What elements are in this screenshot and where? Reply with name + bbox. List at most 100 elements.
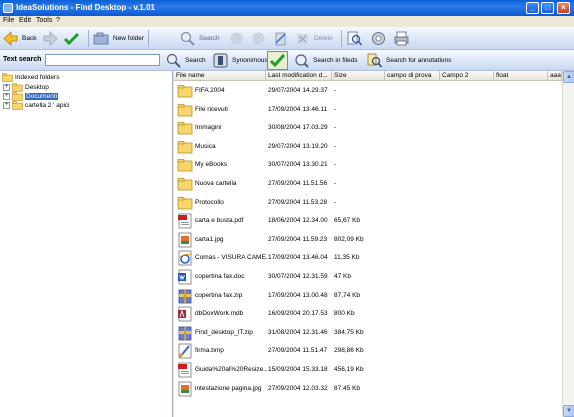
file-date: 29/07/2004 13.19.20: [268, 142, 328, 150]
menu-file[interactable]: File: [3, 17, 14, 24]
column-aaa[interactable]: aaa: [548, 71, 562, 81]
file-row[interactable]: Protocollo 27/09/2004 11.53.28-: [174, 194, 562, 213]
file-size: 11,35 Kb: [334, 254, 360, 262]
indexed-folders-icon: [2, 73, 13, 82]
maximize-button[interactable]: □: [541, 2, 554, 14]
file-row[interactable]: firma.bmp 27/09/2004 11.51.47 298,86 Kb: [174, 342, 562, 361]
file-date: 27/09/2004 11.59.23: [268, 235, 328, 243]
menu-edit[interactable]: Edit: [19, 17, 31, 24]
search-toolbar-button[interactable]: Search: [179, 29, 220, 48]
synonymous-button[interactable]: Synonimous: [212, 51, 268, 70]
column-file-name[interactable]: File name: [174, 71, 266, 81]
file-row[interactable]: FIFA 2004 29/07/2004 14.29.37-: [174, 82, 562, 101]
toggle-check-button[interactable]: [267, 51, 288, 70]
column-float[interactable]: float: [494, 71, 548, 81]
file-date: 17/09/2004 13.46.11: [268, 105, 328, 113]
column-size[interactable]: Size: [332, 71, 385, 81]
green-check-icon: [269, 52, 286, 69]
file-row[interactable]: carta1.jpg 27/09/2004 11.59.23 802,09 Kb: [174, 231, 562, 250]
file-row[interactable]: intestazione pagina.jpg 27/09/2004 12.03.…: [174, 380, 562, 399]
column-last-modification[interactable]: Last modification d...: [266, 71, 332, 81]
minimize-button[interactable]: _: [526, 2, 539, 14]
folder-icon: [177, 102, 193, 118]
text-search-input[interactable]: [45, 54, 160, 66]
file-row[interactable]: Musica 29/07/2004 13.19.20-: [174, 138, 562, 157]
zip-icon: [177, 325, 193, 341]
file-row[interactable]: carta e busta.pdf 18/06/2004 12.34.00 65,6…: [174, 212, 562, 231]
menu-bar: File Edit Tools ?: [0, 16, 574, 27]
file-name: dbDoxWork.mdb: [195, 310, 244, 318]
toolbar-disabled-2[interactable]: [250, 29, 267, 48]
pdf-icon: [177, 362, 193, 378]
new-folder-button[interactable]: New folder: [93, 29, 144, 48]
file-size: -: [334, 87, 337, 94]
toolbar-disabled-1[interactable]: [228, 29, 245, 48]
settings-button[interactable]: [370, 29, 387, 48]
window-title: IdeaSolutions - Find Desktop - v.1.01: [16, 3, 155, 12]
file-row[interactable]: My eBooks 30/07/2004 13.30.21-: [174, 156, 562, 175]
file-row[interactable]: Comas - VISURA CAME... 17/09/2004 13.46.0…: [174, 249, 562, 268]
file-name: Comas - VISURA CAME...: [195, 254, 267, 262]
word-icon: [177, 269, 193, 285]
find-files-button[interactable]: [346, 29, 363, 48]
tool-icon: [272, 30, 289, 47]
scroll-up-icon[interactable]: ▲: [563, 71, 574, 83]
file-size: 87,45 Kb: [334, 384, 361, 392]
file-name: intestazione pagina.jpg: [195, 384, 262, 392]
search-button[interactable]: Search: [165, 51, 206, 70]
menu-help[interactable]: ?: [56, 17, 60, 24]
expand-icon[interactable]: +: [3, 93, 10, 100]
tree-item-cartella-2[interactable]: + cartella 2 ' apici: [3, 101, 70, 110]
file-size: -: [334, 142, 337, 150]
file-row[interactable]: dbDoxWork.mdb 16/09/2004 20.17.53 800 Kb: [174, 305, 562, 324]
column-header: File name Last modification d... Size ca…: [174, 71, 562, 81]
file-row[interactable]: Immagini 30/08/2004 17.03.29-: [174, 119, 562, 138]
disabled-tool-icon: [250, 30, 267, 47]
expand-icon[interactable]: +: [3, 84, 10, 91]
search-annotations-button[interactable]: Search for annotations: [366, 51, 451, 70]
menu-tools[interactable]: Tools: [36, 17, 52, 24]
confirm-button[interactable]: [63, 29, 80, 48]
file-row[interactable]: Find_desktop_IT.zip 31/08/2004 12.31.46 38…: [174, 324, 562, 343]
expand-icon[interactable]: +: [3, 102, 10, 109]
file-date: 17/09/2004 13.46.04: [268, 254, 328, 262]
file-size: 298,86 Kb: [334, 347, 364, 355]
close-button[interactable]: ×: [557, 2, 570, 14]
file-date: 29/07/2004 14.29.37: [268, 87, 328, 94]
file-name: Musica: [195, 142, 216, 150]
toolbar-separator: [341, 30, 342, 47]
file-date: 27/09/2004 11.51.56: [268, 180, 328, 187]
file-row[interactable]: File ricevuti 17/09/2004 13.46.11-: [174, 101, 562, 120]
file-row[interactable]: Guida%20al%20Resize... 15/09/2004 15.33.1…: [174, 361, 562, 380]
file-date: 30/08/2004 17.03.29: [268, 124, 328, 132]
image-icon: [177, 232, 193, 248]
file-row[interactable]: copertina fax.zip 17/09/2004 13.00.48 87,7…: [174, 287, 562, 306]
back-button[interactable]: Back: [2, 29, 36, 48]
print-button[interactable]: [393, 29, 410, 48]
search-fields-button[interactable]: Search in fileds: [293, 51, 357, 70]
tree-item-documenti[interactable]: + Documenti: [3, 92, 59, 101]
file-size: 802,09 Kb: [334, 235, 364, 243]
file-row[interactable]: copertina fax.doc 30/07/2004 12.31.59 47 K…: [174, 268, 562, 287]
vertical-scrollbar[interactable]: ▲ ▼: [562, 71, 574, 417]
ie-icon: [177, 250, 193, 266]
new-folder-icon: [93, 30, 110, 47]
file-date: 15/09/2004 15.33.18: [268, 366, 328, 373]
file-name: My eBooks: [195, 161, 228, 169]
column-campo-2[interactable]: Campo 2: [440, 71, 494, 81]
forward-button[interactable]: [42, 29, 59, 48]
delete-button[interactable]: Delete: [294, 29, 333, 48]
tree-item-desktop[interactable]: + Desktop: [3, 83, 49, 92]
paint-icon: [177, 343, 193, 359]
file-name: firma.bmp: [195, 347, 224, 355]
folder-icon: [177, 195, 193, 211]
file-row[interactable]: Nuova cartella 27/09/2004 11.51.56-: [174, 175, 562, 194]
scroll-down-icon[interactable]: ▼: [563, 405, 574, 417]
toolbar-tool-3[interactable]: [272, 29, 289, 48]
toolbar-separator: [148, 30, 149, 47]
tree-root[interactable]: Indexed folders: [2, 73, 59, 82]
toolbar-separator: [88, 30, 89, 47]
file-name: FIFA 2004: [195, 87, 225, 94]
file-list: File name Last modification d... Size ca…: [174, 71, 562, 417]
column-campo-di-prova[interactable]: campo di prova: [385, 71, 440, 81]
